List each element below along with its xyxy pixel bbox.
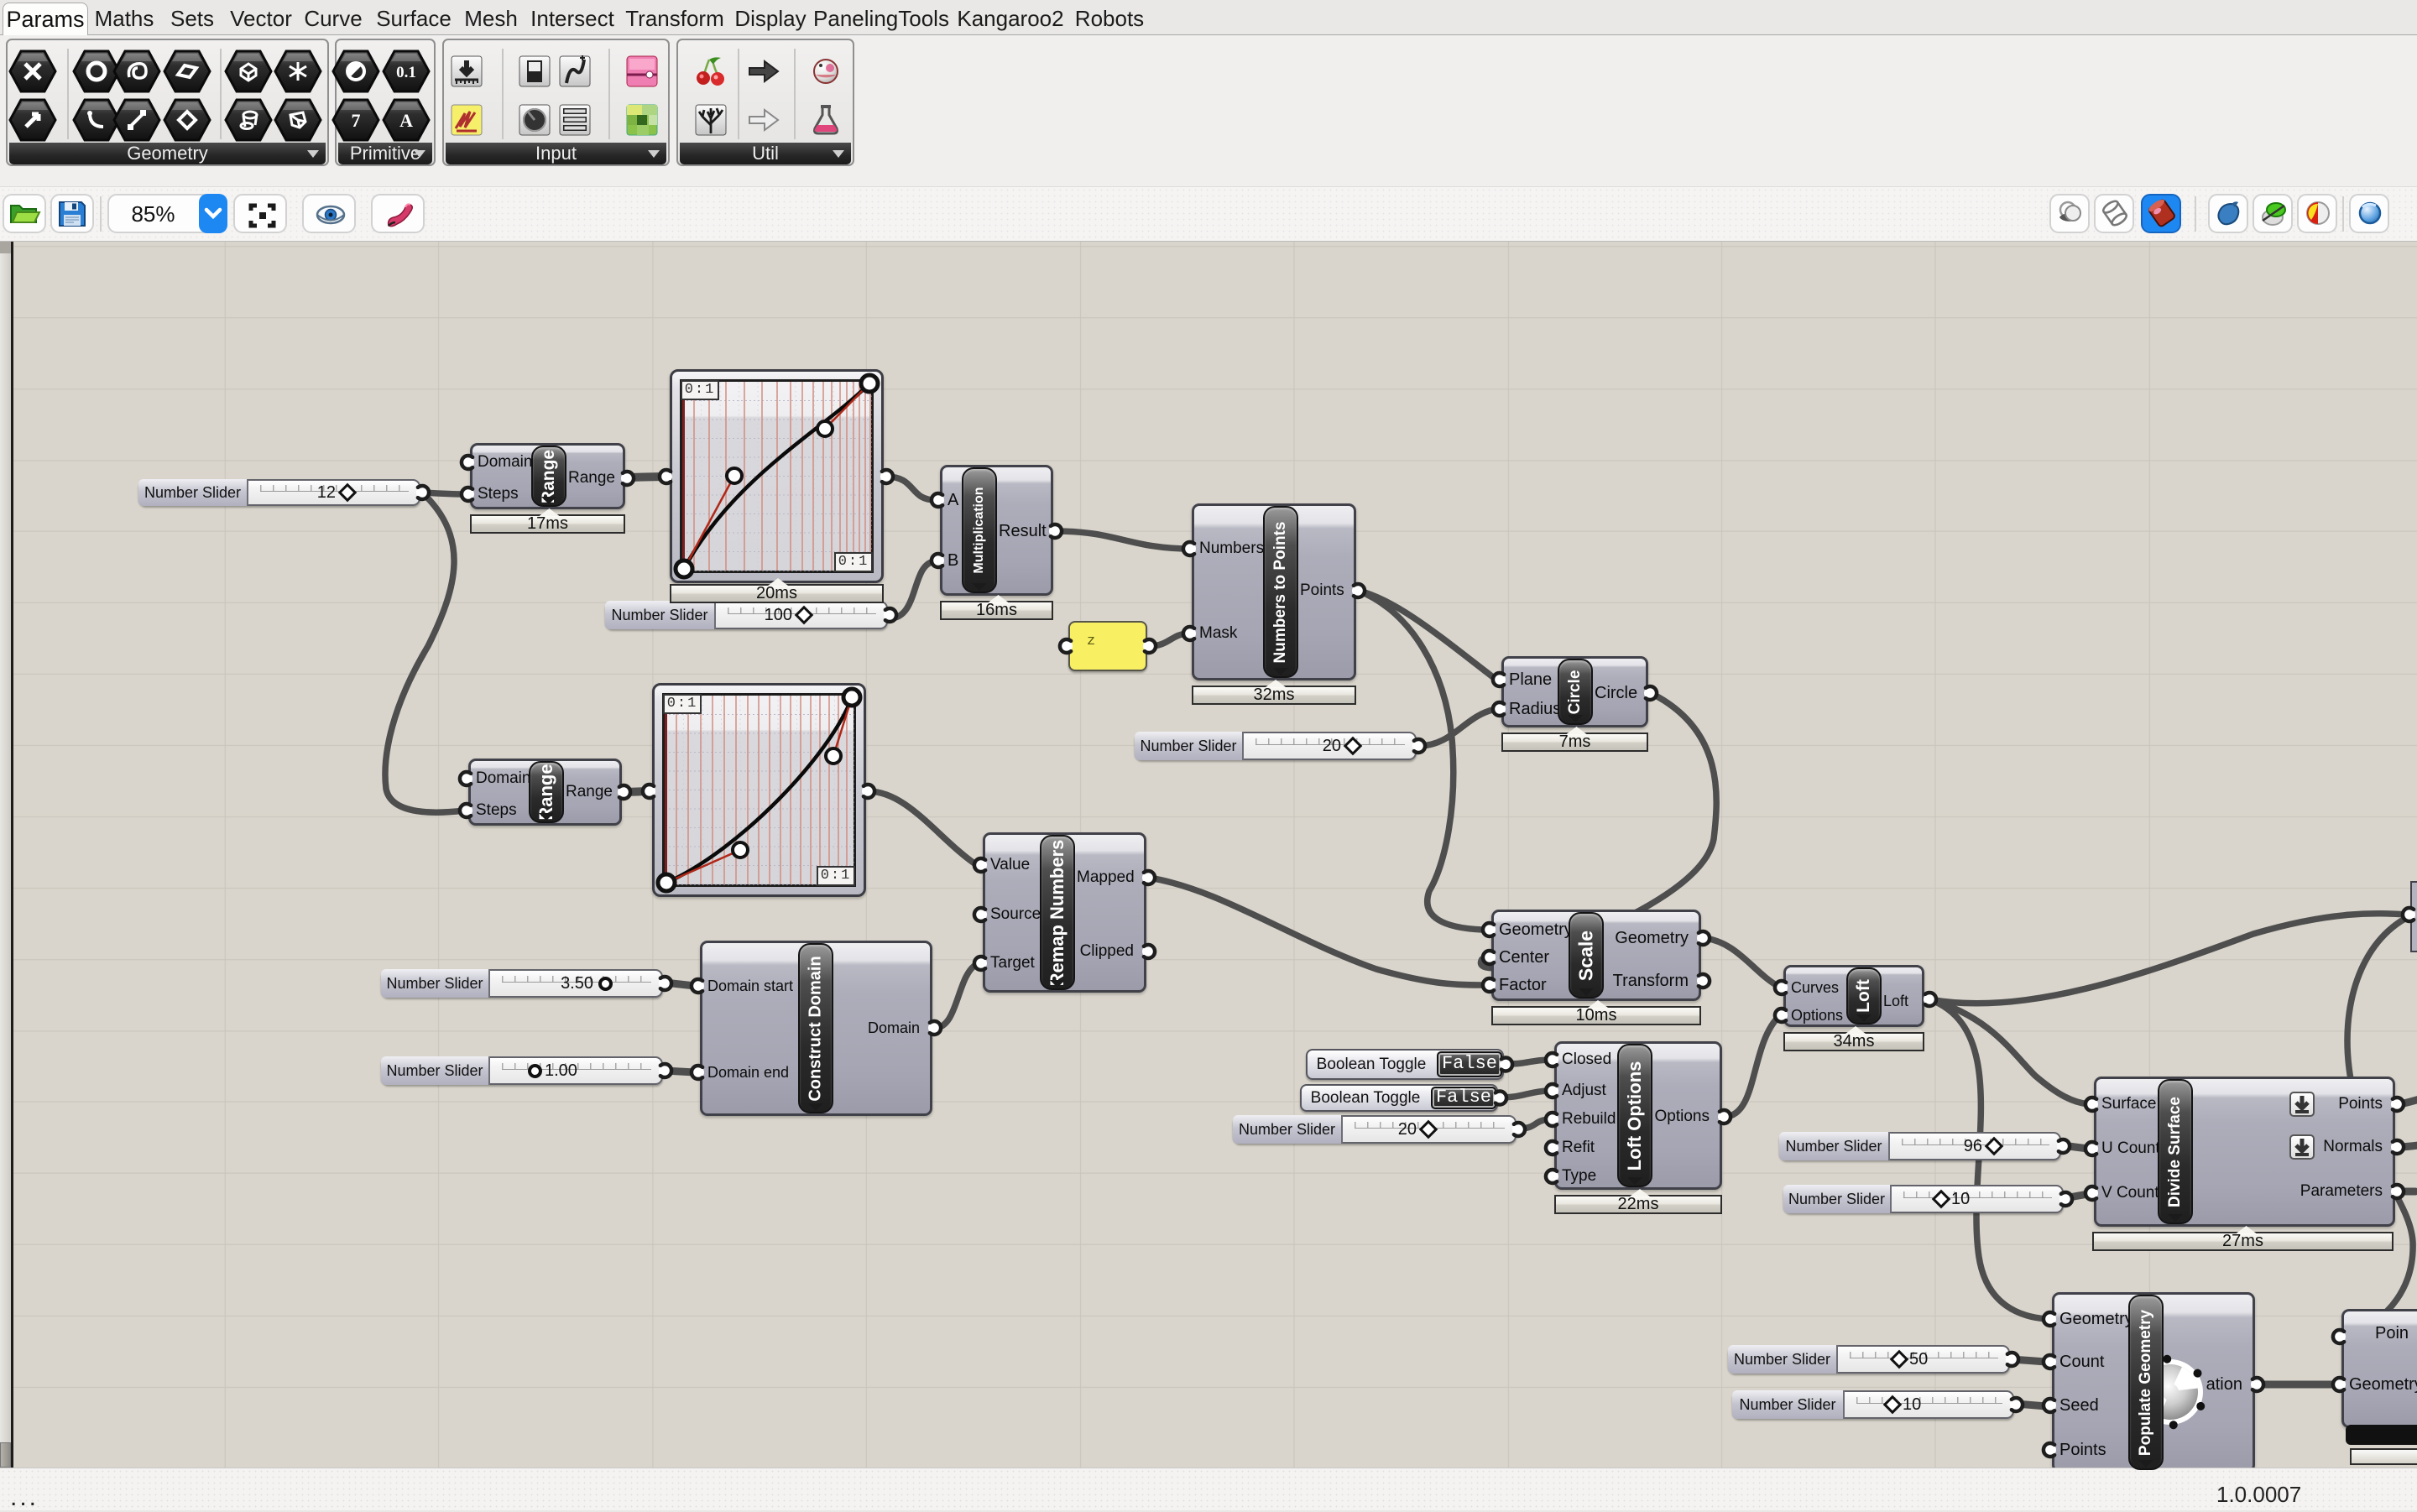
svg-text:7: 7 (352, 110, 361, 131)
svg-text:0.1: 0.1 (396, 64, 416, 81)
svg-text:A: A (399, 110, 413, 131)
